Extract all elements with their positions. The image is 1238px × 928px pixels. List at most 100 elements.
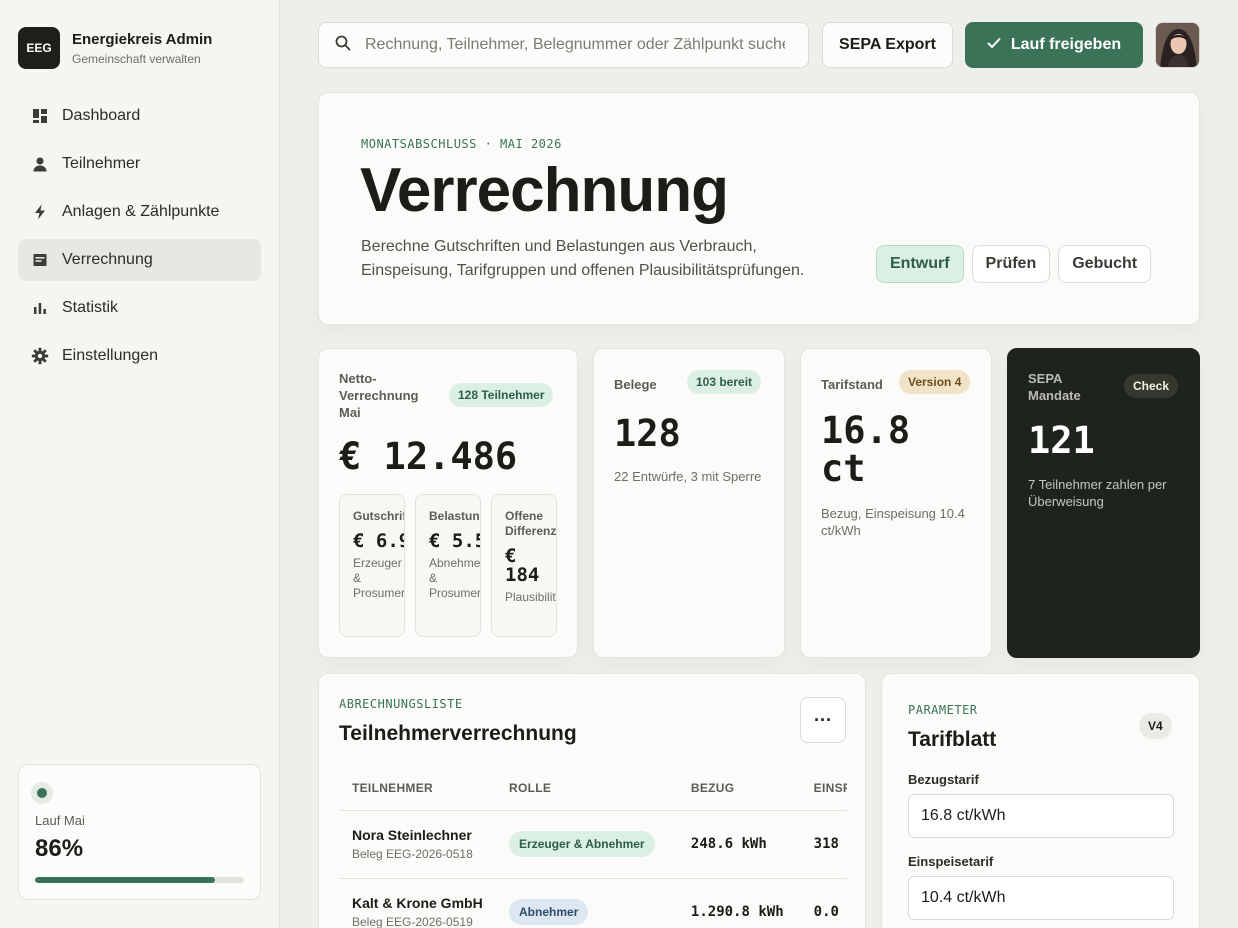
user-icon: [31, 155, 49, 173]
brand-logo: EEG: [18, 27, 60, 69]
run-percentage: 86%: [35, 835, 84, 862]
netto-label: Netto-Verrechnung Mai: [339, 371, 419, 420]
column-header-bezug[interactable]: BEZUG: [677, 766, 801, 811]
einspeisetarif-label: Einspeisetarif: [908, 854, 994, 869]
tarif-eyebrow: PARAMETER: [908, 703, 978, 717]
sub-label: Gutschriften: [353, 509, 404, 523]
billing-list-panel: ABRECHNUNGSLISTE Teilnehmerverrechnung ·…: [318, 673, 866, 928]
run-progress-bar: [35, 877, 244, 883]
sidebar-item-statistik[interactable]: Statistik: [18, 287, 261, 329]
check-icon: [987, 36, 1001, 54]
billing-table-wrap[interactable]: TEILNEHMER ROLLE BEZUG EINSPEISUNG Nora …: [339, 766, 847, 928]
hero-eyebrow: MONATSABSCHLUSS · MAI 2026: [361, 137, 562, 151]
sepa-card[interactable]: SEPA Mandate Check 121 7 Teilnehmer zahl…: [1007, 348, 1200, 658]
status-switch: Entwurf Prüfen Gebucht: [876, 245, 1159, 283]
belege-label: Belege: [614, 377, 657, 392]
page-description: Berechne Gutschriften und Belastungen au…: [361, 238, 805, 279]
archive-icon: [31, 251, 49, 269]
table-row[interactable]: Kalt & Krone GmbH Beleg EEG-2026-0519 Ab…: [339, 878, 847, 928]
tarif-card[interactable]: Tarifstand Version 4 16.8 ct Bezug, Eins…: [800, 348, 992, 658]
tarif-sub: Bezug, Einspeisung 10.4 ct/kWh: [821, 506, 965, 538]
tarif-label: Tarifstand: [821, 377, 883, 392]
release-run-button[interactable]: Lauf freigeben: [965, 22, 1143, 68]
participant-beleg: Beleg EEG-2026-0519: [352, 915, 473, 928]
netto-badge: 128 Teilnehmer: [449, 383, 554, 407]
sidebar-item-label: Anlagen & Zählpunkte: [62, 203, 220, 220]
sub-label: Belastungen: [429, 509, 480, 523]
bezugstarif-field[interactable]: [908, 794, 1174, 838]
sepa-label: SEPA Mandate: [1028, 371, 1081, 403]
brand[interactable]: EEG Energiekreis Admin Gemeinschaft verw…: [18, 27, 212, 69]
page-title: Verrechnung: [360, 156, 729, 225]
belege-sub: 22 Entwürfe, 3 mit Sperre: [614, 469, 762, 484]
sidebar-item-label: Verrechnung: [62, 251, 153, 268]
search-icon: [335, 35, 351, 56]
participant-name[interactable]: Nora Steinlechner: [352, 827, 496, 843]
sub-note: Erzeuger & Prosumer: [353, 556, 405, 600]
list-title: Teilnehmerverrechnung: [339, 722, 577, 745]
sidebar-item-einstellungen[interactable]: Einstellungen: [18, 335, 261, 377]
role-badge: Abnehmer: [509, 899, 589, 925]
role-badge: Erzeuger & Abnehmer: [509, 831, 655, 857]
sub-note: Abnehmer & Prosumer: [429, 556, 481, 600]
sidebar-item-verrechnung[interactable]: Verrechnung: [18, 239, 261, 281]
table-header-row: TEILNEHMER ROLLE BEZUG EINSPEISUNG: [339, 766, 847, 811]
table-row[interactable]: Nora Steinlechner Beleg EEG-2026-0518 Er…: [339, 810, 847, 879]
einspeisung-value: 318: [813, 836, 839, 852]
sidebar-item-teilnehmer[interactable]: Teilnehmer: [18, 143, 261, 185]
bar-chart-icon: [31, 299, 49, 317]
version-badge: V4: [1139, 713, 1172, 739]
sidebar-item-label: Dashboard: [62, 107, 141, 124]
run-progress-fill: [35, 877, 215, 883]
sepa-badge: Check: [1124, 374, 1179, 398]
sub-value: € 184: [505, 545, 540, 586]
sidebar-item-label: Einstellungen: [62, 347, 159, 364]
sub-note: Plausibilität: [505, 590, 556, 604]
sidebar-item-label: Teilnehmer: [62, 155, 141, 172]
tarifblatt-title: Tarifblatt: [908, 728, 997, 751]
sepa-export-button[interactable]: SEPA Export: [822, 22, 953, 68]
sidebar-item-dashboard[interactable]: Dashboard: [18, 95, 261, 137]
brand-subtitle: Gemeinschaft verwalten: [72, 51, 201, 66]
release-run-label: Lauf freigeben: [1010, 36, 1122, 53]
status-pruefen-button[interactable]: Prüfen: [971, 245, 1051, 283]
sub-value: € 5.546: [429, 530, 480, 552]
einspeisetarif-field[interactable]: [908, 876, 1174, 920]
belege-card[interactable]: Belege 103 bereit 128 22 Entwürfe, 3 mit…: [593, 348, 785, 658]
gear-icon: [31, 347, 49, 365]
tarifblatt-panel: PARAMETER Tarifblatt V4 Bezugstarif Eins…: [881, 673, 1200, 928]
bezugstarif-label: Bezugstarif: [908, 772, 979, 787]
gutschriften-subcard: Gutschriften € 6.940 Erzeuger & Prosumer: [339, 494, 405, 637]
status-gebucht-button[interactable]: Gebucht: [1058, 245, 1152, 283]
brand-title: Energiekreis Admin: [72, 30, 213, 48]
column-header-einspeisung[interactable]: EINSPEISUNG: [800, 766, 847, 811]
sepa-value: 121: [1028, 419, 1095, 462]
dashboard-icon: [31, 107, 49, 125]
sub-label: Offene Differenz: [505, 509, 557, 538]
sidebar-item-label: Statistik: [62, 299, 119, 316]
more-options-button[interactable]: ···: [800, 697, 846, 743]
participant-name[interactable]: Kalt & Krone GmbH: [352, 895, 496, 911]
column-header-teilnehmer[interactable]: TEILNEHMER: [339, 766, 497, 811]
sepa-sub: 7 Teilnehmer zahlen per Überweisung: [1028, 477, 1167, 509]
sidebar-item-anlagen[interactable]: Anlagen & Zählpunkte: [18, 191, 261, 233]
billing-table: TEILNEHMER ROLLE BEZUG EINSPEISUNG Nora …: [339, 766, 847, 928]
belege-value: 128: [614, 412, 681, 455]
search-box[interactable]: [318, 22, 809, 68]
einspeisung-value: 0.0: [813, 904, 839, 920]
status-dot-icon: [31, 782, 53, 804]
bezug-value: 1.290.8 kWh: [690, 904, 784, 920]
belege-badge: 103 bereit: [687, 370, 762, 394]
avatar[interactable]: [1155, 22, 1200, 68]
status-entwurf-button[interactable]: Entwurf: [876, 245, 964, 283]
column-header-rolle[interactable]: ROLLE: [496, 766, 678, 811]
run-label: Lauf Mai: [35, 813, 85, 828]
list-eyebrow: ABRECHNUNGSLISTE: [339, 697, 463, 711]
run-progress-card[interactable]: Lauf Mai 86%: [18, 764, 261, 900]
search-input[interactable]: [365, 36, 785, 54]
netto-card[interactable]: Netto-Verrechnung Mai 128 Teilnehmer € 1…: [318, 348, 578, 658]
bezug-value: 248.6 kWh: [690, 836, 767, 852]
tarif-badge: Version 4: [899, 370, 971, 394]
differenz-subcard: Offene Differenz € 184 Plausibilität: [491, 494, 557, 637]
sub-value: € 6.940: [353, 530, 404, 552]
